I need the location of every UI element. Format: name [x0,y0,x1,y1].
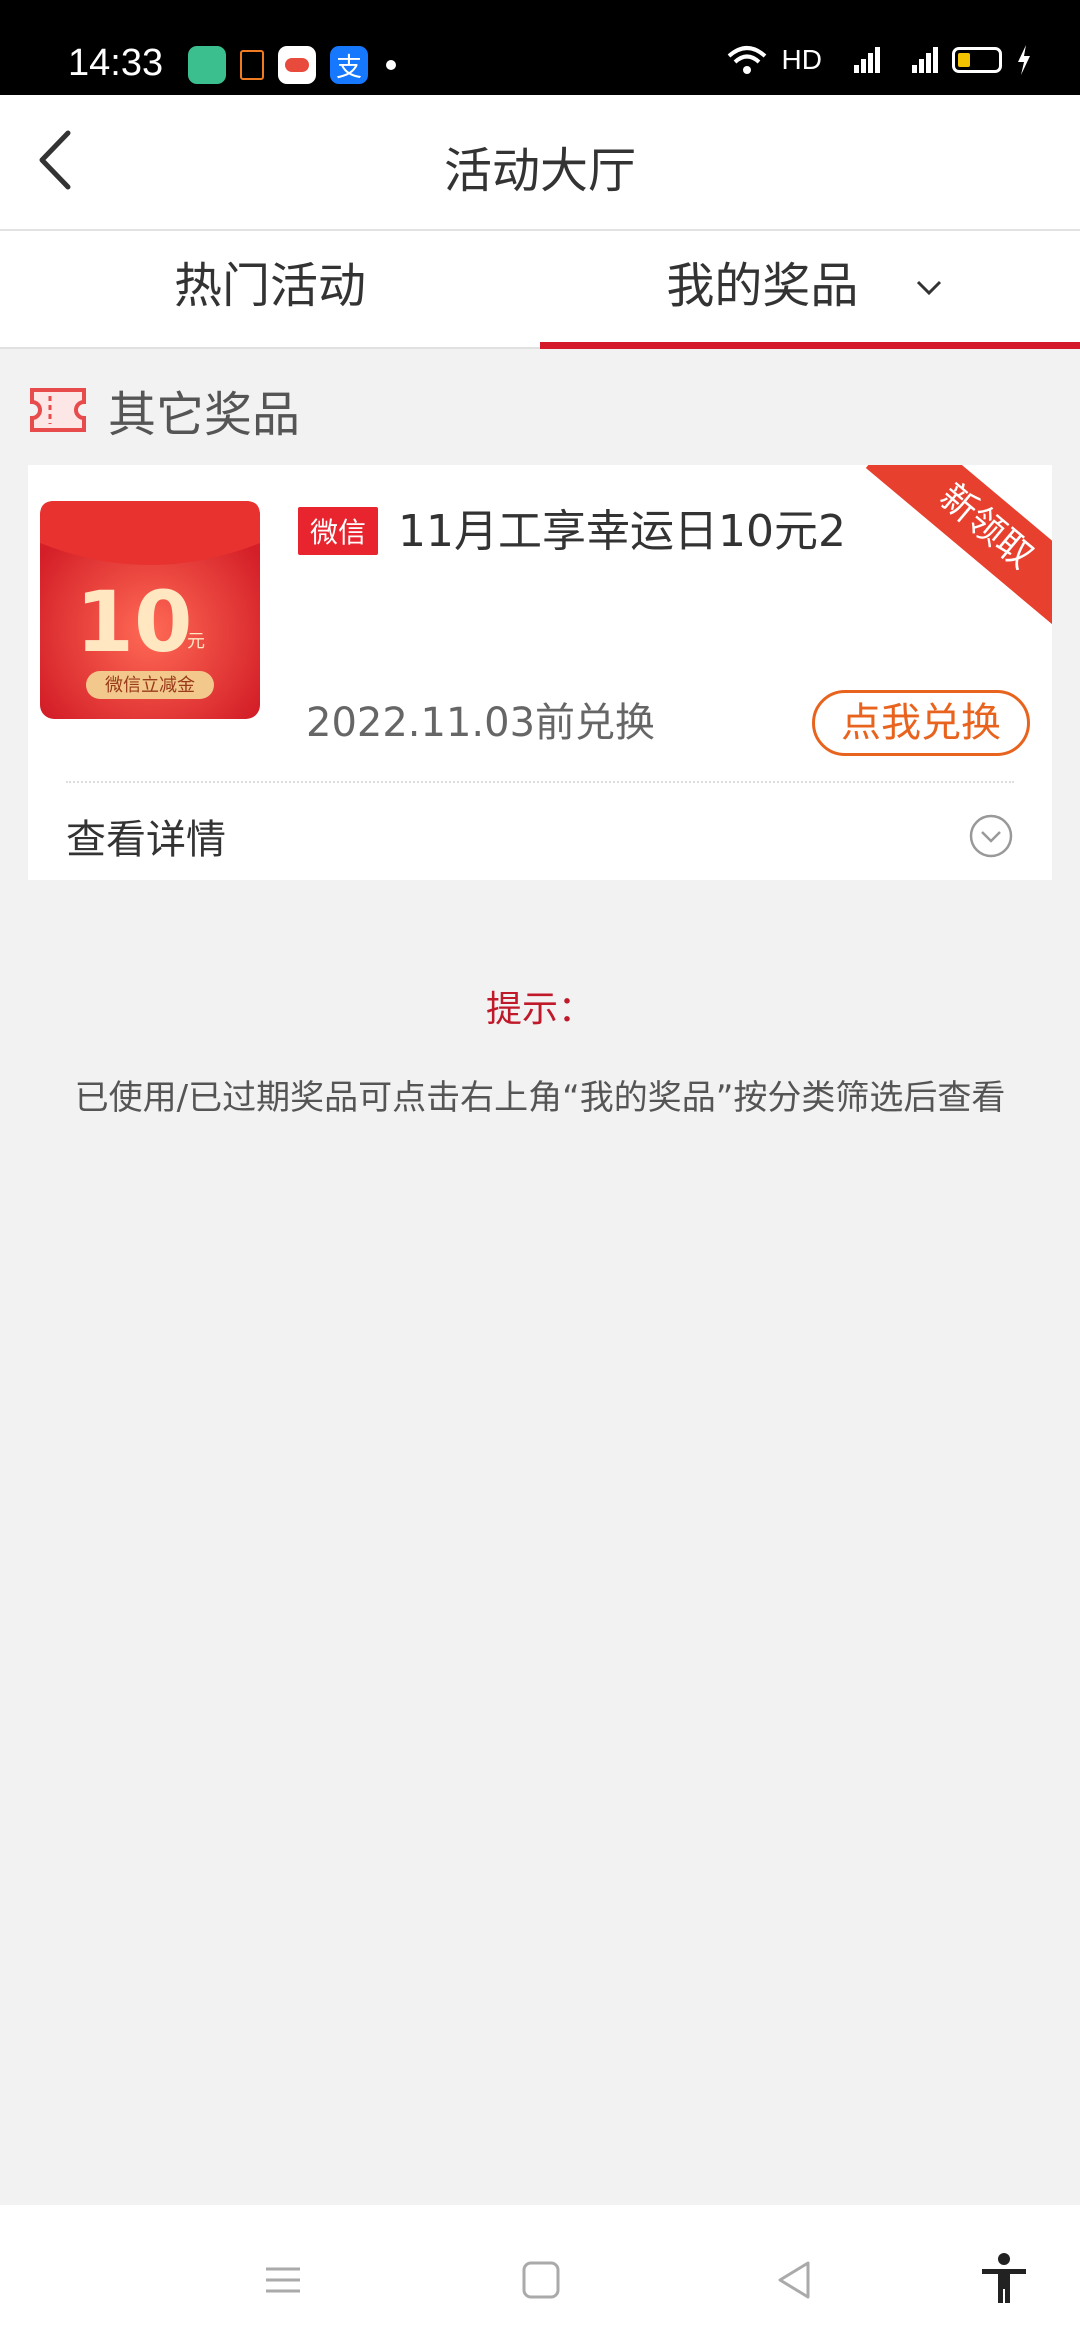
tip-title: 提示： [485,989,594,1030]
battery-icon [952,47,1002,73]
back-triangle-icon[interactable] [770,2255,820,2305]
prize-name: 11月工享幸运日10元2 [398,506,846,557]
office-app-icon [240,50,264,80]
signal-icon [854,47,880,73]
status-indicators: HD [726,44,1032,76]
expiry-date: 2022.11.03前兑换 [306,700,656,746]
tab-label: 我的奖品 [666,258,859,314]
tab-bar: 热门活动 我的奖品 [0,231,1080,349]
red-envelope-image: 10 元 微信立减金 [40,501,260,719]
ticket-icon [30,388,86,432]
home-icon[interactable] [516,2255,566,2305]
platform-badge: 微信 [298,507,379,555]
expand-circle-icon[interactable] [968,813,1014,859]
accessibility-icon[interactable] [976,2251,1032,2307]
status-time: 14:33 [68,42,164,84]
tab-my-prizes[interactable]: 我的奖品 [540,231,1080,349]
network-type-label: HD [781,44,822,75]
section-title: 其它奖品 [108,387,301,443]
alipay-icon: 支 [330,46,368,84]
view-details-link[interactable]: 查看详情 [66,807,226,865]
system-nav-bar [0,2205,1080,2340]
chevron-down-icon[interactable] [904,274,954,304]
app-notification-icon [188,46,226,84]
prize-card[interactable]: 10 元 微信立减金 11月工享幸运日10元2 微信 2022.11.03前兑换… [28,465,1052,880]
notification-icons: 支 [188,46,396,84]
divider [66,781,1014,783]
tab-label: 热门活动 [173,258,366,314]
redeem-button[interactable]: 点我兑换 [812,690,1030,756]
tip-text: 已使用/已过期奖品可点击右上角“我的奖品”按分类筛选后查看 [74,1078,1006,1118]
section-header: 其它奖品 [28,375,300,445]
more-notifications-icon [386,60,396,70]
app-header: 活动大厅 [0,95,1080,231]
game-app-icon [278,46,316,84]
signal-icon-2 [912,47,938,73]
menu-icon[interactable] [258,2255,308,2305]
charging-icon [1018,45,1030,75]
tab-hot-activities[interactable]: 热门活动 [0,231,540,347]
envelope-amount: 10 [76,573,193,671]
status-bar: 14:33 支 HD [0,0,1080,95]
page-title: 活动大厅 [443,143,636,199]
wifi-icon [727,46,766,74]
envelope-unit: 元 [187,631,205,652]
envelope-voucher-label: 微信立减金 [105,675,195,696]
